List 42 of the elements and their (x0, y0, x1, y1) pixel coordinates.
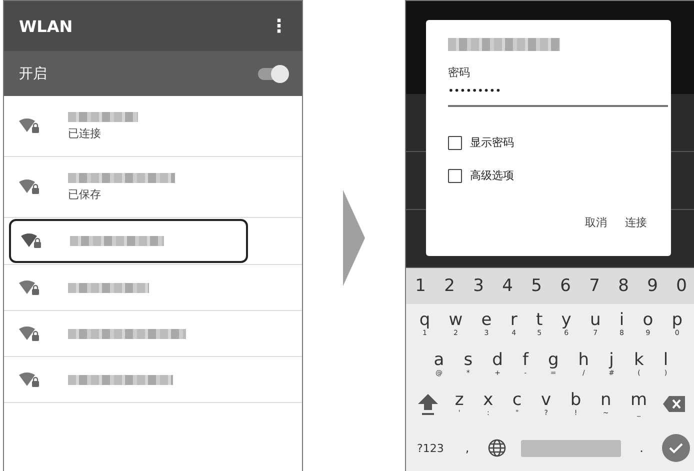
number-key[interactable]: 4 (498, 276, 517, 296)
wifi-lock-icon (18, 117, 40, 135)
highlighted-network-item[interactable] (9, 219, 248, 263)
wifi-lock-icon (20, 232, 42, 250)
number-key[interactable]: 0 (672, 276, 691, 296)
network-status: 已保存 (68, 186, 102, 202)
shift-icon[interactable] (416, 392, 439, 416)
screen-title: WLAN (19, 16, 73, 36)
checkbox-label: 显示密码 (470, 135, 514, 150)
dialog-button[interactable]: 取消 (583, 211, 609, 234)
toggle-label: 开启 (19, 64, 47, 82)
number-key[interactable]: 6 (556, 276, 575, 296)
number-key[interactable]: 8 (614, 276, 633, 296)
network-item[interactable]: 已保存 (4, 157, 302, 217)
pixelated-name-drawing (68, 112, 138, 122)
symbols-key[interactable]: ?123 (414, 440, 447, 456)
wifi-lock-icon (18, 324, 40, 342)
number-key[interactable]: 5 (527, 276, 546, 296)
checkbox-label: 高级选项 (470, 168, 514, 183)
wifi-lock-icon (18, 278, 40, 296)
number-key[interactable]: 2 (440, 276, 459, 296)
number-key[interactable]: 3 (469, 276, 488, 296)
number-key[interactable]: 1 (411, 276, 430, 296)
menu-icon[interactable]: ⋮ (270, 16, 288, 36)
network-status: 已连接 (68, 126, 102, 140)
period-key[interactable]: . (636, 439, 646, 457)
check-icon[interactable] (662, 434, 690, 462)
checkbox[interactable] (448, 168, 462, 182)
chevron-arrow-icon (343, 190, 365, 286)
checkbox[interactable] (448, 136, 462, 150)
wifi-lock-icon (18, 370, 40, 388)
password-field[interactable]: ••••••••• (448, 80, 668, 107)
wifi-lock-icon (18, 178, 40, 196)
field-label: 密码 (448, 65, 471, 80)
toggle-switch[interactable] (258, 68, 286, 80)
number-key[interactable]: 7 (585, 276, 604, 296)
backspace-icon[interactable] (663, 396, 686, 412)
number-key[interactable]: 9 (643, 276, 662, 296)
dialog-button[interactable]: 连接 (623, 211, 649, 234)
network-item[interactable]: 已连接 (4, 96, 302, 156)
globe-icon[interactable] (488, 439, 506, 457)
comma-key[interactable]: , (462, 439, 472, 457)
